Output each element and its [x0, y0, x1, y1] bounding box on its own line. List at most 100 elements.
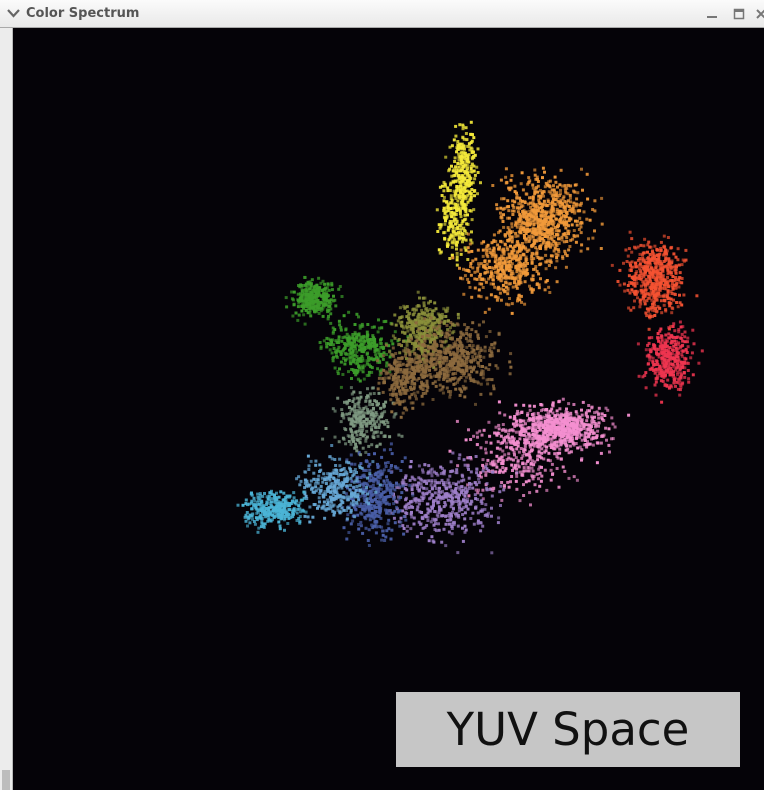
orange-point — [485, 296, 489, 300]
red-orange-point — [668, 301, 671, 305]
pink-point — [489, 450, 493, 454]
pink-point — [522, 469, 526, 473]
orange-point — [469, 262, 473, 265]
orange-point — [499, 211, 502, 215]
red-point — [664, 333, 668, 337]
pink-point — [552, 443, 556, 447]
yellow-point — [479, 181, 482, 185]
pink-point — [515, 487, 519, 491]
cyan-point — [267, 510, 271, 513]
pink-point — [580, 408, 583, 412]
gray-green-point — [372, 406, 375, 410]
purple-point — [448, 474, 452, 478]
orange-point — [531, 278, 535, 281]
orange-point — [547, 285, 551, 289]
red-orange-point — [659, 240, 663, 244]
pink-point — [565, 407, 568, 411]
orange-point — [514, 223, 517, 227]
blue-point — [322, 492, 326, 496]
pink-point — [516, 444, 520, 448]
yellow-point — [445, 200, 448, 204]
blue-point — [310, 487, 314, 491]
blue-point — [342, 490, 346, 494]
orange-point — [487, 277, 491, 281]
pink-point — [535, 489, 539, 493]
window-resize-handle[interactable] — [2, 770, 10, 790]
pink-point — [597, 421, 601, 425]
orange-point — [528, 179, 532, 183]
pink-point — [550, 407, 554, 411]
pink-point — [580, 421, 584, 424]
dark-blue-point — [354, 508, 358, 512]
blue-point — [338, 504, 342, 507]
pink-point — [554, 414, 557, 418]
orange-point — [567, 248, 571, 252]
orange-point — [510, 235, 514, 239]
pink-point — [574, 410, 578, 414]
pink-point — [488, 434, 492, 438]
yellow-point — [453, 160, 457, 163]
minimize-icon[interactable] — [706, 8, 718, 20]
close-icon[interactable] — [755, 8, 764, 20]
orange-point — [513, 184, 517, 188]
pink-point — [480, 433, 484, 437]
gray-green-point — [324, 427, 328, 430]
red-orange-point — [635, 270, 639, 274]
dark-blue-point — [395, 505, 399, 509]
pink-point — [481, 463, 485, 467]
orange-point — [503, 234, 507, 238]
pink-point — [596, 441, 600, 445]
cyan-point — [275, 498, 279, 502]
red-point — [648, 358, 652, 362]
orange-point — [537, 272, 541, 276]
yellow-point — [462, 163, 466, 167]
orange-point — [483, 271, 487, 275]
window-menu-chevron-icon[interactable] — [6, 7, 21, 20]
red-orange-point — [628, 268, 632, 272]
red-point — [665, 362, 669, 366]
color-spectrum-viewport[interactable]: YUV Space — [13, 28, 764, 790]
orange-point — [458, 266, 461, 270]
dark-blue-point — [342, 526, 346, 530]
yellow-point — [459, 252, 463, 256]
orange-point — [579, 249, 583, 253]
blue-point — [355, 485, 359, 488]
orange-point — [506, 292, 510, 296]
purple-point — [498, 490, 502, 494]
blue-point — [326, 498, 330, 502]
pink-point — [536, 420, 540, 424]
title-bar[interactable]: Color Spectrum — [0, 0, 764, 28]
dark-blue-point — [389, 537, 393, 541]
red-orange-point — [646, 250, 649, 254]
pink-point — [456, 464, 460, 468]
gray-green-point — [351, 400, 355, 403]
yellow-point — [469, 120, 473, 124]
dark-blue-point — [378, 508, 382, 512]
orange-point — [492, 240, 496, 243]
orange-point — [500, 264, 504, 268]
pink-point — [522, 433, 526, 437]
dark-blue-point — [403, 456, 407, 460]
cyan-point — [244, 498, 248, 502]
maximize-icon[interactable] — [733, 8, 745, 20]
pink-point — [513, 453, 516, 457]
orange-point — [482, 240, 486, 244]
orange-point — [544, 232, 548, 236]
pink-point — [536, 435, 540, 438]
purple-point — [433, 484, 437, 488]
gray-green-point — [364, 437, 368, 440]
red-point — [654, 377, 658, 381]
yellow-point — [442, 180, 446, 184]
pink-point — [549, 478, 553, 482]
orange-point — [566, 192, 570, 196]
cyan-point — [250, 493, 254, 497]
orange-point — [491, 274, 495, 278]
purple-point — [490, 494, 494, 498]
dark-blue-point — [381, 529, 384, 533]
yellow-point — [461, 240, 464, 244]
purple-point — [403, 476, 407, 480]
yellow-point — [458, 123, 462, 127]
red-point — [657, 355, 661, 359]
red-orange-point — [640, 291, 644, 295]
purple-point — [425, 502, 429, 506]
